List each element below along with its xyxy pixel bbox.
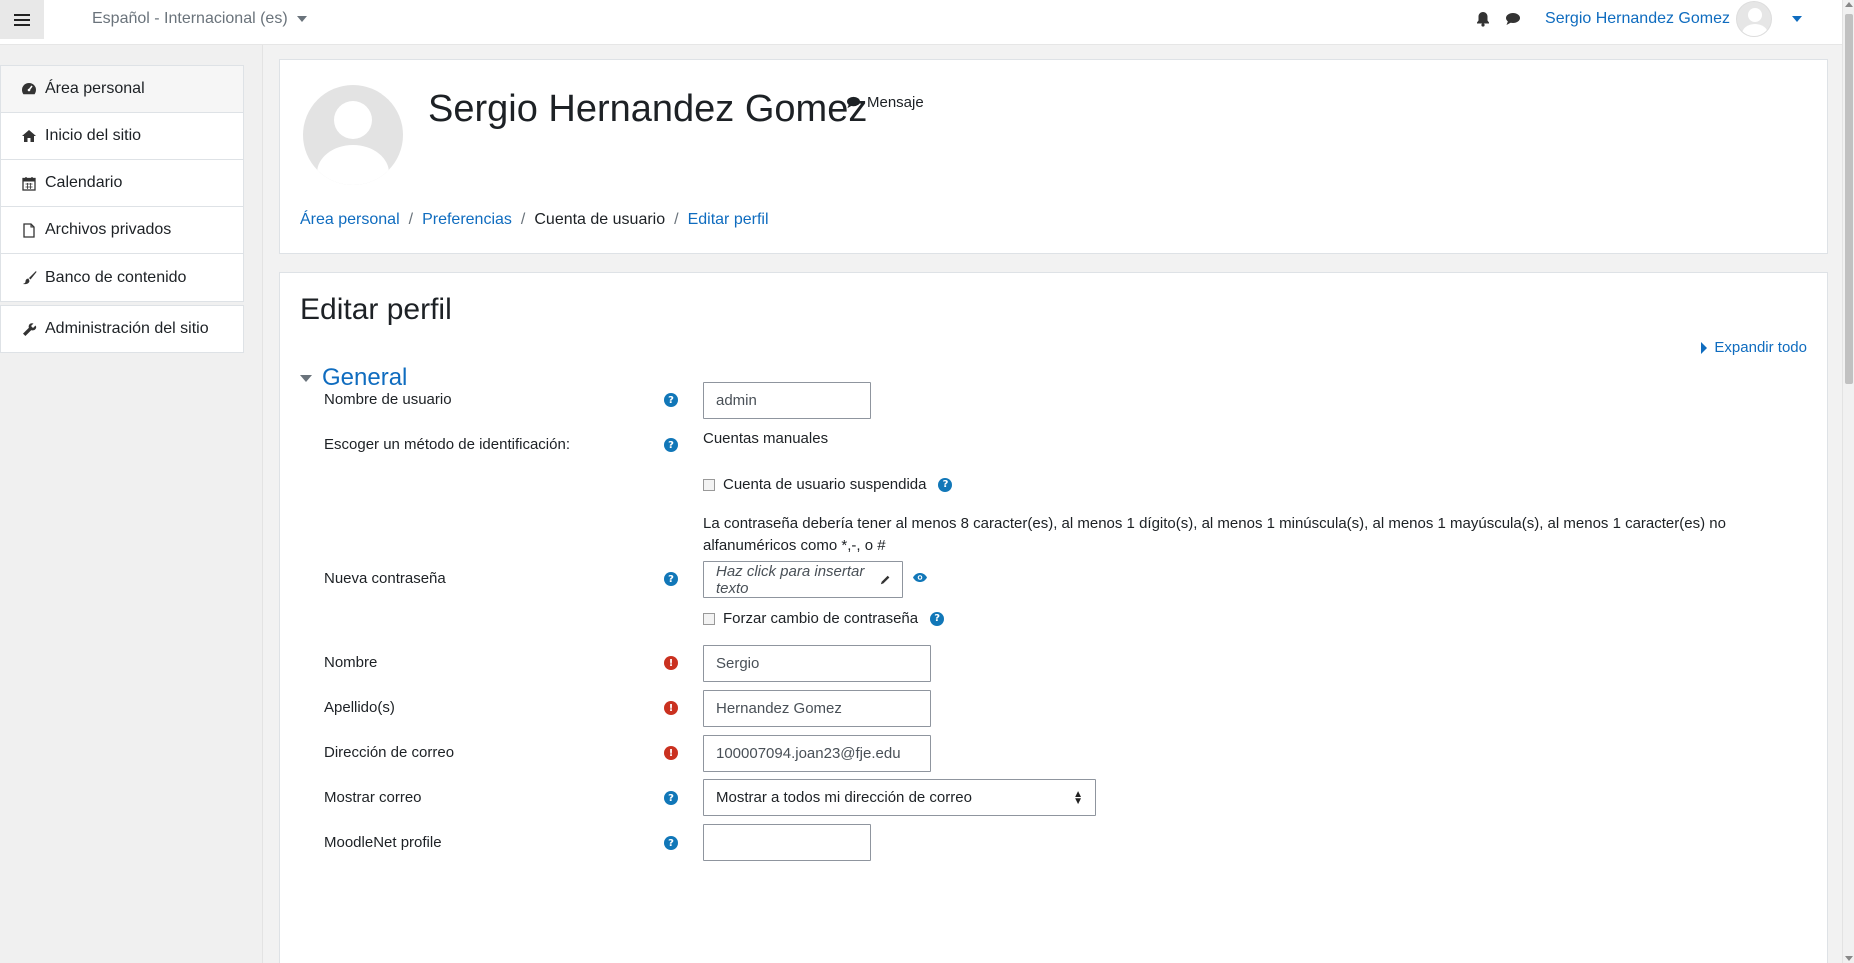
sidebar-item-inicio[interactable]: Inicio del sitio: [1, 113, 243, 160]
help-icon[interactable]: ?: [664, 791, 678, 805]
language-selector[interactable]: Español - Internacional (es): [92, 10, 307, 28]
breadcrumb: Área personal / Preferencias / Cuenta de…: [300, 211, 769, 229]
home-icon: [21, 128, 37, 144]
help-icon[interactable]: ?: [664, 836, 678, 850]
reveal-password-eye-icon[interactable]: [912, 570, 928, 588]
force-change-label: Forzar cambio de contraseña: [723, 610, 919, 627]
new-password-placeholder: Haz click para insertar texto: [716, 562, 865, 597]
profile-avatar: [303, 85, 403, 185]
new-password-label: Nueva contraseña: [324, 570, 446, 587]
moodlenet-label: MoodleNet profile: [324, 834, 442, 851]
notifications-bell-icon[interactable]: [1473, 9, 1493, 29]
message-bubble-icon: [847, 96, 860, 109]
help-icon[interactable]: ?: [664, 438, 678, 452]
left-drawer: Área personal Inicio del sitio Calendari…: [0, 45, 263, 963]
top-navbar: Español - Internacional (es) Sergio Hern…: [0, 0, 1842, 45]
expand-all-label: Expandir todo: [1714, 339, 1807, 356]
suspended-checkbox[interactable]: [703, 478, 715, 491]
help-icon[interactable]: ?: [938, 477, 953, 492]
breadcrumb-editar-perfil[interactable]: Editar perfil: [688, 211, 769, 229]
breadcrumb-separator: /: [408, 211, 414, 228]
lastname-input[interactable]: Hernandez Gomez: [703, 690, 931, 727]
sidebar-item-label: Calendario: [45, 174, 123, 191]
expand-all-link[interactable]: Expandir todo: [1701, 339, 1807, 356]
sidebar-item-label: Archivos privados: [45, 221, 172, 238]
scroll-up-arrow-icon[interactable]: [1845, 2, 1853, 7]
sidebar-item-calendario[interactable]: Calendario: [1, 160, 243, 207]
required-icon: !: [664, 746, 678, 760]
dashboard-icon: [21, 81, 37, 97]
language-label: Español - Internacional (es): [92, 10, 288, 27]
help-icon[interactable]: ?: [930, 611, 945, 626]
page-scrollbar[interactable]: [1842, 0, 1854, 963]
brush-icon: [21, 270, 37, 286]
lastname-label: Apellido(s): [324, 699, 395, 716]
force-change-checkbox-row: Forzar cambio de contraseña ?: [703, 610, 945, 627]
sidebar-item-archivos[interactable]: Archivos privados: [1, 207, 243, 254]
collapse-triangle-icon: [300, 374, 312, 382]
help-icon[interactable]: ?: [664, 393, 678, 407]
moodlenet-input[interactable]: [703, 824, 871, 861]
messages-icon[interactable]: [1503, 9, 1523, 29]
username-label-text: Nombre de usuario: [324, 391, 452, 408]
required-icon: !: [664, 656, 678, 670]
sidebar-item-label: Área personal: [45, 80, 145, 97]
firstname-input[interactable]: Sergio: [703, 645, 931, 682]
auth-method-value: Cuentas manuales: [703, 430, 829, 447]
password-policy-note: La contraseña debería tener al menos 8 c…: [703, 515, 1726, 554]
sidebar-item-banco[interactable]: Banco de contenido: [1, 254, 243, 301]
firstname-label: Nombre: [324, 654, 378, 671]
select-updown-icon: ▲ ▼: [1073, 789, 1083, 807]
suspended-checkbox-row: Cuenta de usuario suspendida ?: [703, 476, 953, 493]
hamburger-icon: [14, 18, 30, 21]
message-button[interactable]: Mensaje: [846, 94, 924, 111]
force-change-checkbox[interactable]: [703, 612, 715, 625]
edit-profile-form-card: Editar perfil Expandir todo General Nomb…: [279, 272, 1828, 963]
expand-triangle-icon: [1701, 341, 1708, 354]
show-email-label: Mostrar correo: [324, 789, 422, 806]
pencil-icon: [880, 575, 890, 584]
sidebar-item-label: Inicio del sitio: [45, 127, 142, 144]
auth-method-label: Escoger un método de identificación:: [324, 436, 570, 453]
page-heading-name: Sergio Hernandez Gomez: [428, 88, 868, 130]
scroll-down-arrow-icon[interactable]: [1845, 956, 1853, 961]
menu-toggle-button[interactable]: [0, 0, 44, 39]
email-label: Dirección de correo: [324, 744, 455, 761]
suspended-label: Cuenta de usuario suspendida: [723, 476, 927, 493]
sidebar-item-admin[interactable]: Administración del sitio: [1, 306, 243, 352]
sidebar-item-label: Banco de contenido: [45, 268, 187, 286]
breadcrumb-cuenta-usuario: Cuenta de usuario: [534, 211, 666, 228]
file-icon: [21, 222, 37, 238]
user-avatar[interactable]: [1736, 1, 1772, 37]
username-input[interactable]: admin: [703, 382, 871, 419]
email-input[interactable]: 100007094.joan23@fje.edu: [703, 735, 931, 772]
breadcrumb-separator: /: [520, 211, 526, 228]
user-menu-chevron-icon[interactable]: [1792, 16, 1802, 22]
calendar-icon: [21, 175, 37, 191]
page-title: Editar perfil: [300, 293, 452, 326]
user-menu-name[interactable]: Sergio Hernandez Gomez: [1545, 10, 1730, 28]
breadcrumb-preferencias[interactable]: Preferencias: [422, 211, 512, 229]
wrench-icon: [21, 321, 37, 337]
page-header-card: Sergio Hernandez Gomez Mensaje Área pers…: [279, 59, 1828, 254]
sidebar-item-area-personal[interactable]: Área personal: [1, 66, 243, 113]
breadcrumb-separator: /: [674, 211, 679, 228]
breadcrumb-area-personal[interactable]: Área personal: [300, 211, 400, 229]
scrollbar-thumb[interactable]: [1845, 14, 1853, 384]
show-email-select[interactable]: Mostrar a todos mi dirección de correo ▲…: [703, 779, 1096, 816]
show-email-selected-value: Mostrar a todos mi dirección de correo: [716, 789, 972, 806]
chevron-down-icon: [296, 16, 307, 22]
message-label: Mensaje: [867, 94, 924, 111]
section-general-title: General: [322, 364, 408, 391]
section-general-toggle[interactable]: General: [300, 364, 407, 392]
sidebar-admin-nav: Administración del sitio: [0, 305, 244, 353]
new-password-inline-edit[interactable]: Haz click para insertar texto: [703, 561, 903, 598]
sidebar-item-label: Administración del sitio: [45, 320, 209, 337]
required-icon: !: [664, 701, 678, 715]
help-icon[interactable]: ?: [664, 572, 678, 586]
user-area: Sergio Hernandez Gomez: [1473, 0, 1842, 38]
sidebar-nav: Área personal Inicio del sitio Calendari…: [0, 65, 244, 302]
